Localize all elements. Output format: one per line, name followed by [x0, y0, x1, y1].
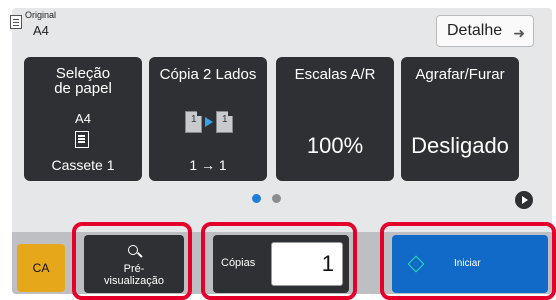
highlight-copies: [201, 222, 357, 300]
highlight-preview: [72, 222, 192, 300]
paper-size-value: A4: [75, 111, 91, 126]
tile-paper-select[interactable]: Seleção de papel A4 Cassete 1: [24, 57, 142, 181]
page-dot-active[interactable]: [252, 194, 261, 203]
clear-all-button[interactable]: CA: [17, 244, 65, 292]
clear-all-label: CA: [32, 261, 50, 275]
tile-duplex-copy[interactable]: Cópia 2 Lados 1 1 1 → 1: [149, 57, 267, 181]
play-next-icon[interactable]: [515, 191, 533, 209]
tile-staple-punch-title: Agrafar/Furar: [415, 66, 505, 83]
paper-tray-value: Cassete 1: [51, 157, 115, 173]
paper-tray-icon: [75, 131, 89, 148]
tile-scale-title: Escalas A/R: [294, 66, 376, 83]
scale-value: 100%: [306, 133, 364, 158]
arrow-right-icon: ➜: [513, 25, 525, 41]
tile-duplex-copy-title: Cópia 2 Lados: [159, 66, 257, 83]
tile-staple-punch[interactable]: Agrafar/Furar Desligado: [401, 57, 519, 181]
duplex-copy-icon: 1 1: [185, 111, 235, 137]
staple-punch-value: Desligado: [411, 133, 509, 158]
detail-button[interactable]: Detalhe ➜: [436, 15, 534, 47]
tile-scale[interactable]: Escalas A/R 100%: [276, 57, 394, 181]
tile-paper-select-title: Seleção de papel: [54, 65, 112, 97]
duplex-copy-value: 1 → 1: [189, 157, 227, 173]
highlight-start: [380, 222, 556, 300]
original-label: Original: [25, 10, 57, 20]
original-size-value: A4: [33, 23, 49, 38]
detail-button-label: Detalhe: [447, 22, 503, 39]
original-document-icon: [10, 15, 22, 29]
page-dot-inactive[interactable]: [272, 194, 281, 203]
